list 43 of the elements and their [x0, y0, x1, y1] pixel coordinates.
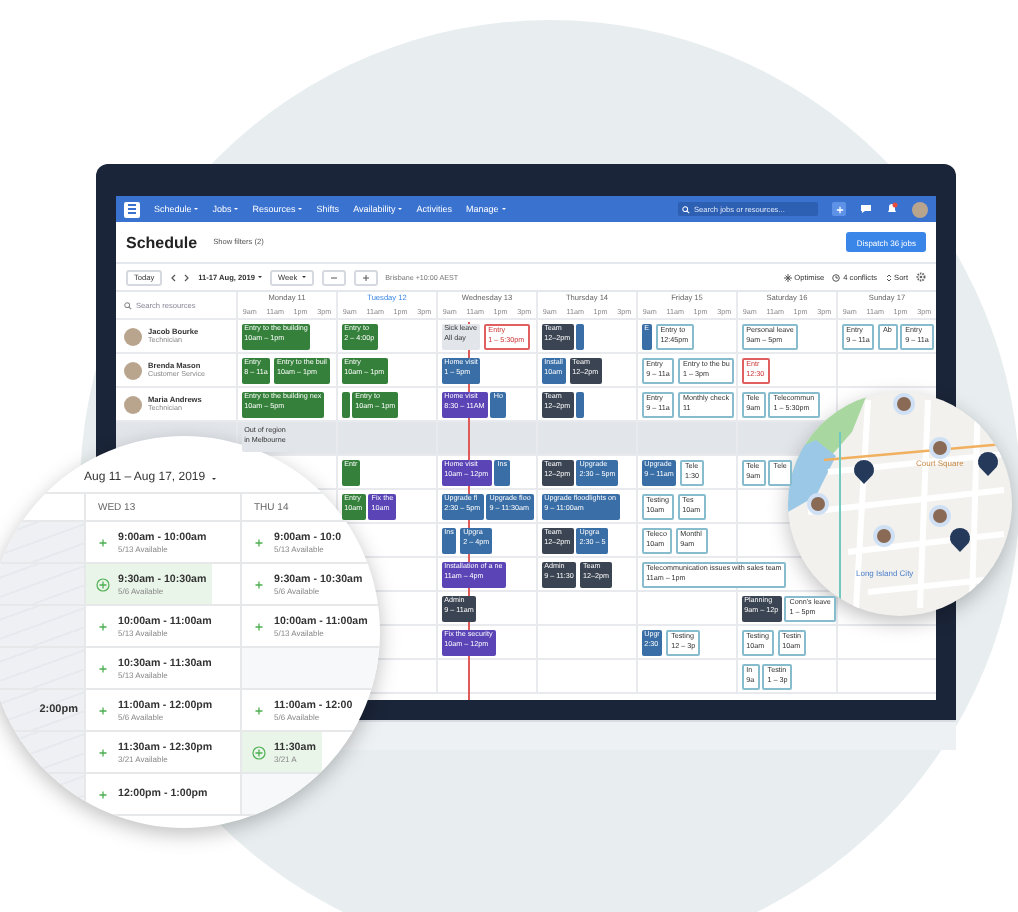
add-button[interactable] — [832, 202, 846, 216]
chat-icon[interactable] — [860, 204, 872, 214]
add-icon — [96, 661, 110, 675]
clock-icon — [832, 273, 841, 281]
avatar-pin[interactable] — [807, 493, 829, 515]
minus-icon — [329, 273, 338, 281]
plus-icon — [835, 205, 843, 213]
sort-icon — [885, 273, 892, 281]
event-block[interactable] — [576, 323, 585, 349]
add-icon — [96, 703, 110, 717]
avatar-pin[interactable] — [929, 505, 951, 527]
page-title: Schedule — [126, 233, 198, 251]
previous-icon[interactable] — [170, 273, 177, 281]
avatar-pin[interactable] — [873, 525, 895, 547]
location-pin-icon[interactable] — [978, 451, 998, 476]
event-block[interactable] — [576, 391, 585, 417]
avatar-pin[interactable] — [929, 437, 951, 459]
add-icon — [252, 745, 266, 759]
sparkle-icon — [783, 273, 792, 281]
add-icon — [96, 535, 110, 549]
unavailable-cell — [0, 606, 84, 646]
unavailable-cell — [0, 522, 84, 562]
settings-icon[interactable] — [916, 272, 926, 282]
add-icon — [252, 619, 266, 633]
add-icon — [96, 577, 110, 591]
search-icon — [124, 301, 132, 309]
add-icon — [252, 577, 266, 591]
add-icon — [96, 787, 110, 801]
avatar-pin[interactable] — [893, 393, 915, 415]
add-icon — [96, 619, 110, 633]
location-pin-icon[interactable] — [950, 527, 970, 552]
unavailable-cell — [0, 564, 84, 604]
add-icon — [252, 535, 266, 549]
notification-icon[interactable] — [886, 202, 898, 216]
plus-icon — [361, 273, 370, 281]
add-icon — [252, 703, 266, 717]
add-icon — [96, 745, 110, 759]
event-block[interactable] — [341, 391, 349, 417]
location-pin-icon[interactable] — [854, 459, 874, 484]
next-icon[interactable] — [184, 273, 191, 281]
unavailable-cell — [0, 648, 84, 688]
search-icon — [682, 205, 690, 213]
app-logo-icon[interactable] — [124, 201, 140, 217]
